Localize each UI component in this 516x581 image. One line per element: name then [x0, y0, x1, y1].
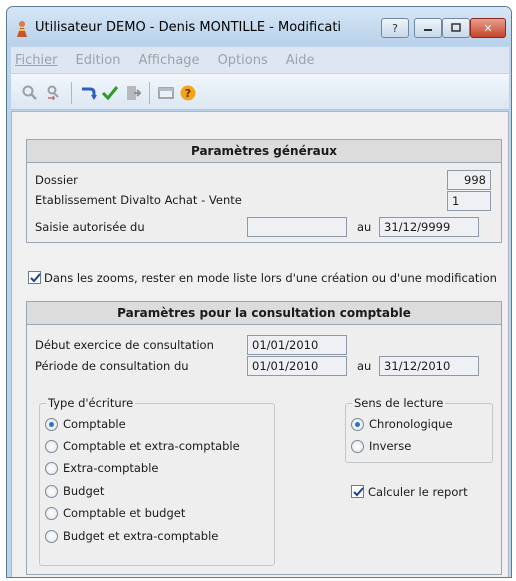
validate-check-icon[interactable] [101, 84, 119, 102]
undo-arrow-icon[interactable] [79, 84, 97, 102]
debut-exercice-field[interactable]: 01/01/2010 [247, 335, 347, 355]
help-icon[interactable]: ? [179, 84, 197, 102]
menu-fichier[interactable]: Fichier [15, 53, 58, 68]
option-budget-label[interactable]: Budget [63, 484, 104, 498]
periode-au-label: au [357, 359, 372, 373]
periode-label: Période de consultation du [35, 359, 189, 373]
radio-comptable-extra[interactable] [45, 440, 58, 453]
option-comptable-extra-label[interactable]: Comptable et extra-comptable [63, 439, 240, 453]
menu-bar: Fichier Edition Affichage Options Aide [11, 47, 509, 73]
search-replace-icon[interactable] [45, 84, 63, 102]
option-extra-comptable-label[interactable]: Extra-comptable [63, 461, 159, 475]
calculer-report-label[interactable]: Calculer le report [368, 485, 468, 499]
checkmark-icon [30, 273, 41, 283]
radio-budget-extra[interactable] [45, 530, 58, 543]
sens-lecture-title: Sens de lecture [352, 396, 446, 410]
etablissement-field[interactable]: 1 [447, 191, 491, 211]
periode-from-field[interactable]: 01/01/2010 [247, 356, 347, 376]
general-params-header: Paramètres généraux [27, 140, 501, 163]
saisie-au-label: au [357, 220, 372, 234]
window-title: Utilisateur DEMO - Denis MONTILLE - Modi… [35, 20, 342, 35]
radio-inverse[interactable] [351, 440, 364, 453]
radio-budget[interactable] [45, 485, 58, 498]
app-icon [15, 20, 29, 38]
help-label: ? [392, 21, 398, 35]
saisie-from-field[interactable] [247, 217, 347, 237]
consultation-panel: Paramètres pour la consultation comptabl… [26, 301, 502, 575]
maximize-icon [451, 23, 461, 32]
sens-lecture-group: Sens de lecture Chronologique Inverse [345, 396, 493, 463]
menu-aide[interactable]: Aide [286, 53, 315, 68]
option-comptable-label[interactable]: Comptable [63, 417, 126, 431]
title-bar[interactable]: Utilisateur DEMO - Denis MONTILLE - Modi… [7, 7, 511, 45]
checkmark-icon [353, 487, 364, 497]
zoom-mode-checkbox[interactable] [28, 271, 41, 284]
menu-edition[interactable]: Edition [76, 53, 121, 68]
help-button[interactable]: ? [381, 18, 409, 38]
close-icon: ✕ [483, 21, 493, 35]
debut-exercice-label: Début exercice de consultation [35, 338, 214, 352]
minimize-icon [424, 29, 432, 31]
radio-comptable-budget[interactable] [45, 507, 58, 520]
maximize-button[interactable] [442, 18, 470, 38]
type-ecriture-title: Type d'écriture [46, 396, 136, 410]
etablissement-label: Etablissement Divalto Achat - Vente [35, 193, 242, 207]
option-inverse-label[interactable]: Inverse [369, 439, 411, 453]
radio-chronologique[interactable] [351, 418, 364, 431]
menu-affichage[interactable]: Affichage [138, 53, 199, 68]
client-area: Paramètres généraux Dossier 998 Etabliss… [11, 111, 509, 577]
calculer-report-checkbox[interactable] [351, 485, 364, 498]
dossier-label: Dossier [35, 173, 78, 187]
search-icon[interactable] [21, 84, 39, 102]
toolbar-separator [71, 82, 72, 104]
option-comptable-budget-label[interactable]: Comptable et budget [63, 506, 185, 520]
general-params-panel: Paramètres généraux Dossier 998 Etabliss… [26, 139, 502, 243]
option-chronologique-label[interactable]: Chronologique [369, 417, 453, 431]
menu-options[interactable]: Options [218, 53, 268, 68]
consultation-header: Paramètres pour la consultation comptabl… [27, 302, 501, 325]
exit-door-icon[interactable] [124, 84, 142, 102]
type-ecriture-group: Type d'écriture Comptable Comptable et e… [39, 396, 275, 566]
periode-to-field[interactable]: 31/12/2010 [379, 356, 479, 376]
close-button[interactable]: ✕ [470, 18, 506, 38]
zoom-mode-label[interactable]: Dans les zooms, rester en mode liste lor… [44, 271, 497, 285]
dossier-field[interactable]: 998 [447, 170, 491, 190]
minimize-button[interactable] [414, 18, 442, 38]
svg-text:?: ? [185, 87, 191, 100]
app-window: Utilisateur DEMO - Denis MONTILLE - Modi… [6, 6, 512, 578]
window-icon[interactable] [157, 84, 175, 102]
toolbar-separator [149, 82, 150, 104]
saisie-label: Saisie autorisée du [35, 220, 145, 234]
toolbar: ? [11, 74, 509, 110]
saisie-to-field[interactable]: 31/12/9999 [379, 217, 479, 237]
radio-comptable[interactable] [45, 418, 58, 431]
option-budget-extra-label[interactable]: Budget et extra-comptable [63, 529, 218, 543]
radio-extra-comptable[interactable] [45, 462, 58, 475]
